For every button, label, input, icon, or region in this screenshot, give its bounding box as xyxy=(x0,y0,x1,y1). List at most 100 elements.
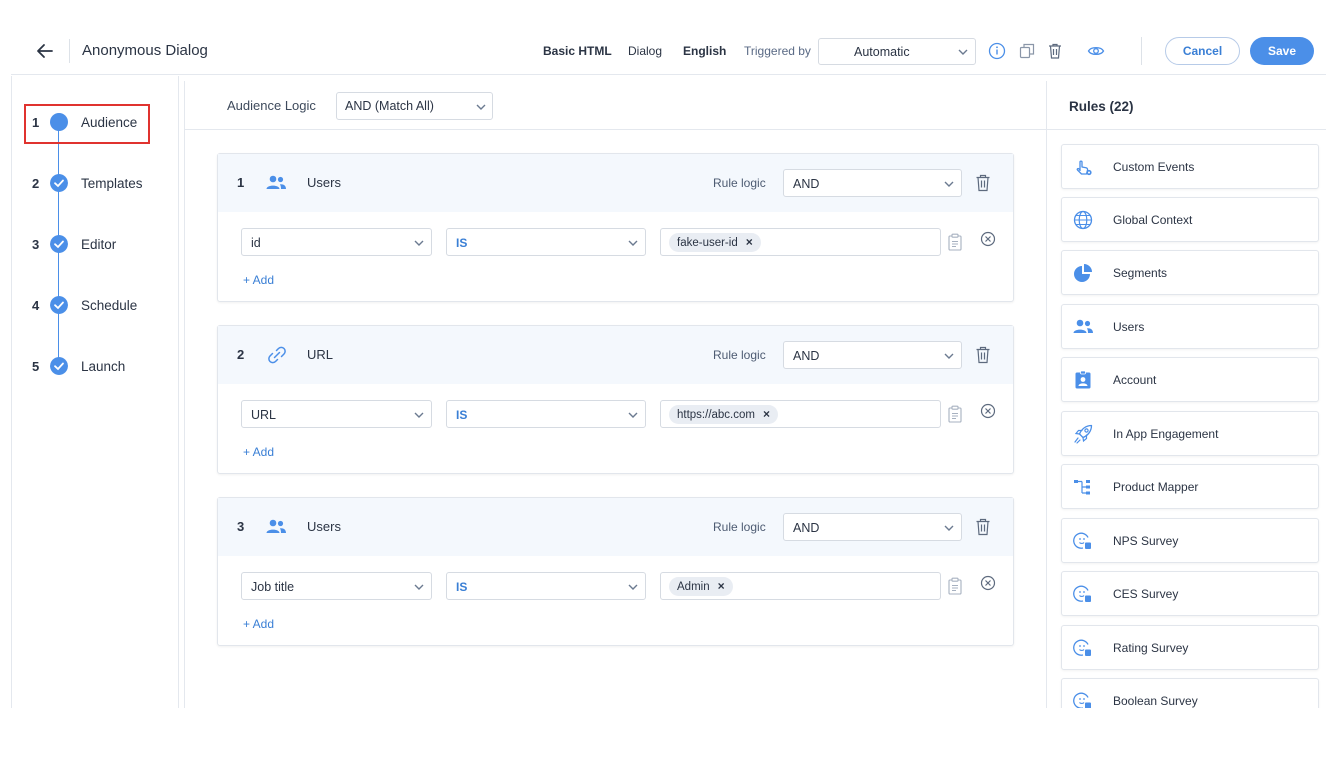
delete-icon[interactable] xyxy=(1046,42,1064,60)
check-circle-icon xyxy=(50,357,68,375)
step-number: 4 xyxy=(32,298,40,313)
remove-condition-icon[interactable] xyxy=(980,403,996,419)
rule-logic-select[interactable]: AND xyxy=(783,513,962,541)
back-arrow-icon[interactable] xyxy=(35,41,55,61)
rule-logic-select[interactable]: AND xyxy=(783,169,962,197)
value-input[interactable]: Admin × xyxy=(660,572,941,600)
remove-condition-icon[interactable] xyxy=(980,231,996,247)
rocket-icon xyxy=(1074,424,1093,444)
add-condition-link[interactable]: + Add xyxy=(243,273,274,287)
survey-icon xyxy=(1073,639,1091,656)
users-icon xyxy=(1073,319,1093,333)
survey-icon xyxy=(1073,692,1091,708)
dialog-type-label: Dialog xyxy=(628,44,663,58)
info-icon[interactable] xyxy=(988,42,1006,60)
users-icon xyxy=(266,175,286,189)
attribute-select[interactable]: id xyxy=(241,228,432,256)
value-chip[interactable]: Admin × xyxy=(669,577,733,596)
rule-item-in-app-engagement[interactable]: In App Engagement xyxy=(1061,411,1319,456)
triggered-by-select[interactable]: Automatic xyxy=(818,38,976,65)
rule-header: 2 URL Rule logic AND xyxy=(218,326,1013,384)
top-header: Anonymous Dialog Basic HTML Dialog Engli… xyxy=(11,27,1326,75)
attribute-select[interactable]: URL xyxy=(241,400,432,428)
add-condition-link[interactable]: + Add xyxy=(243,617,274,631)
paste-icon[interactable] xyxy=(947,405,963,423)
link-icon xyxy=(268,346,286,364)
operator-select[interactable]: IS xyxy=(446,400,646,428)
header-divider xyxy=(69,39,70,63)
attribute-select[interactable]: Job title xyxy=(241,572,432,600)
survey-icon xyxy=(1073,532,1091,549)
operator-select[interactable]: IS xyxy=(446,228,646,256)
rule-header: 1 Users Rule logic AND xyxy=(218,154,1013,212)
rule-item-label: NPS Survey xyxy=(1113,534,1179,548)
paste-icon[interactable] xyxy=(947,577,963,595)
paste-icon[interactable] xyxy=(947,233,963,251)
rule-item-product-mapper[interactable]: Product Mapper xyxy=(1061,464,1319,509)
check-circle-icon xyxy=(50,296,68,314)
value-chip-label: https://abc.com xyxy=(677,409,755,421)
chip-remove-icon[interactable]: × xyxy=(763,405,770,424)
step-label: Schedule xyxy=(81,298,138,313)
value-input[interactable]: fake-user-id × xyxy=(660,228,941,256)
add-condition-link[interactable]: + Add xyxy=(243,445,274,459)
rule-item-nps-survey[interactable]: NPS Survey xyxy=(1061,518,1319,563)
rule-item-label: CES Survey xyxy=(1113,587,1179,601)
rule-item-label: Product Mapper xyxy=(1113,480,1199,494)
rule-card: 2 URL Rule logic AND URL IS https://abc.… xyxy=(217,325,1014,474)
operator-select[interactable]: IS xyxy=(446,572,646,600)
header-divider xyxy=(1141,37,1142,65)
preview-eye-icon[interactable] xyxy=(1087,42,1105,60)
step-launch[interactable]: 5 Launch xyxy=(12,351,180,381)
rule-item-label: Global Context xyxy=(1113,213,1193,227)
rule-item-label: Custom Events xyxy=(1113,160,1195,174)
chip-remove-icon[interactable]: × xyxy=(746,233,753,252)
value-chip[interactable]: https://abc.com × xyxy=(669,405,778,424)
rule-item-label: Account xyxy=(1113,373,1157,387)
rule-item-rating-survey[interactable]: Rating Survey xyxy=(1061,625,1319,670)
rule-logic-select[interactable]: AND xyxy=(783,341,962,369)
duplicate-icon[interactable] xyxy=(1018,42,1036,60)
attribute-value: id xyxy=(251,236,261,250)
step-templates[interactable]: 2 Templates xyxy=(12,168,180,198)
rule-item-users[interactable]: Users xyxy=(1061,304,1319,349)
audience-logic-select[interactable]: AND (Match All) xyxy=(336,92,493,120)
rule-type-label: Users xyxy=(307,519,341,534)
rule-logic-label: Rule logic xyxy=(713,520,766,534)
rule-logic-value: AND xyxy=(793,521,820,535)
audience-logic-bar: Audience Logic AND (Match All) xyxy=(185,81,1046,130)
chevron-down-icon xyxy=(414,240,424,246)
save-button[interactable]: Save xyxy=(1250,37,1314,65)
chip-remove-icon[interactable]: × xyxy=(718,577,725,596)
step-label: Templates xyxy=(81,176,143,191)
rule-item-segments[interactable]: Segments xyxy=(1061,250,1319,295)
rule-card: 1 Users Rule logic AND id IS fake-user-i xyxy=(217,153,1014,302)
rule-number: 2 xyxy=(237,347,245,362)
remove-condition-icon[interactable] xyxy=(980,575,996,591)
rule-item-boolean-survey[interactable]: Boolean Survey xyxy=(1061,678,1319,708)
operator-value: IS xyxy=(456,236,468,250)
language-selector[interactable]: English xyxy=(683,44,726,58)
delete-rule-icon[interactable] xyxy=(975,174,991,192)
rule-item-ces-survey[interactable]: CES Survey xyxy=(1061,571,1319,616)
step-schedule[interactable]: 4 Schedule xyxy=(12,290,180,320)
cancel-button[interactable]: Cancel xyxy=(1165,37,1240,65)
chevron-down-icon xyxy=(476,104,486,110)
template-type-label: Basic HTML xyxy=(543,44,612,58)
attribute-value: Job title xyxy=(251,580,295,594)
delete-rule-icon[interactable] xyxy=(975,346,991,364)
rule-item-custom-events[interactable]: Custom Events xyxy=(1061,144,1319,189)
globe-icon xyxy=(1073,210,1093,230)
rule-card: 3 Users Rule logic AND Job title IS Admi xyxy=(217,497,1014,646)
rule-item-global-context[interactable]: Global Context xyxy=(1061,197,1319,242)
chevron-down-icon xyxy=(628,412,638,418)
value-chip[interactable]: fake-user-id × xyxy=(669,233,761,252)
rule-number: 1 xyxy=(237,175,245,190)
rule-item-account[interactable]: Account xyxy=(1061,357,1319,402)
delete-rule-icon[interactable] xyxy=(975,518,991,536)
step-number: 2 xyxy=(32,176,40,191)
step-editor[interactable]: 3 Editor xyxy=(12,229,180,259)
audience-logic-label: Audience Logic xyxy=(227,98,316,113)
value-input[interactable]: https://abc.com × xyxy=(660,400,941,428)
operator-value: IS xyxy=(456,408,468,422)
